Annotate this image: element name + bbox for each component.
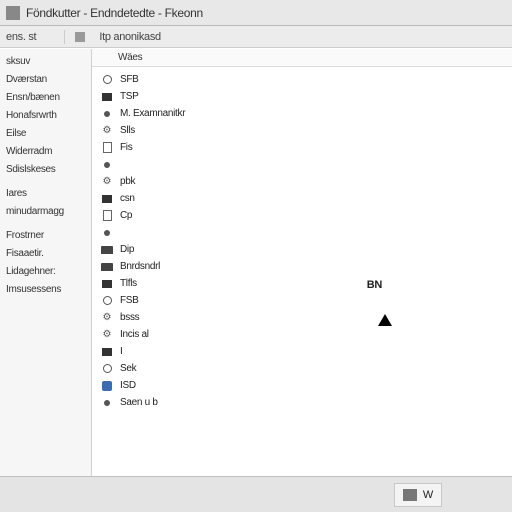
item-icon <box>100 193 114 205</box>
sidebar-item[interactable]: Imsusessens <box>0 281 91 299</box>
toolbar-tab-label[interactable]: Itp anonikasd <box>99 31 161 43</box>
list-item[interactable]: bsss <box>92 309 512 326</box>
toolbar-left: ens. st <box>6 31 36 43</box>
item-label: Saen u b <box>120 397 158 408</box>
sidebar-item[interactable]: Eilse <box>0 125 91 143</box>
item-label: Sek <box>120 363 136 374</box>
item-label: FSB <box>120 295 139 306</box>
sidebar: sksuv Dværstan Ensn/bænen Honafsrwrth Ei… <box>0 49 92 476</box>
sidebar-item[interactable]: Widerradm <box>0 143 91 161</box>
item-label: csn <box>120 193 135 204</box>
item-label: Dip <box>120 244 134 255</box>
list-item[interactable]: TSP <box>92 88 512 105</box>
item-label: SFB <box>120 74 139 85</box>
list-item[interactable]: I <box>92 343 512 360</box>
item-icon <box>100 278 114 290</box>
item-icon <box>100 363 114 375</box>
gear-icon <box>100 176 114 188</box>
item-label: pbk <box>120 176 135 187</box>
app-icon <box>6 6 20 20</box>
sidebar-item[interactable]: Sdislskeses <box>0 161 91 179</box>
list-item[interactable]: csn <box>92 190 512 207</box>
list-item[interactable]: Slls <box>92 122 512 139</box>
item-label: Cp <box>120 210 132 221</box>
app-item-icon <box>100 380 114 392</box>
status-group[interactable]: W <box>394 483 442 507</box>
sidebar-item[interactable]: Ensn/bænen <box>0 89 91 107</box>
titlebar: Föndkutter - Endndetedte - Fkeonn <box>0 0 512 26</box>
list-item[interactable]: Incis al <box>92 326 512 343</box>
item-label: M. Examnanitkr <box>120 108 185 119</box>
toolbar: ens. st Itp anonikasd <box>0 26 512 48</box>
sidebar-item[interactable]: Frostrner <box>0 227 91 245</box>
gear-icon <box>100 125 114 137</box>
status-value: W <box>423 489 433 501</box>
list-item[interactable]: SFB <box>92 71 512 88</box>
item-icon <box>100 108 114 120</box>
toolbar-separator <box>64 30 65 44</box>
item-label: Tlfls <box>120 278 137 289</box>
gear-icon <box>100 329 114 341</box>
list-item[interactable]: Saen u b <box>92 394 512 411</box>
item-icon <box>100 74 114 86</box>
item-label: I <box>120 346 122 357</box>
list-item[interactable]: pbk <box>92 173 512 190</box>
list-item[interactable]: Bnrdsndrl <box>92 258 512 275</box>
list-item[interactable]: FSB <box>92 292 512 309</box>
sidebar-item[interactable]: Iares <box>0 185 91 203</box>
status-icon <box>403 489 417 501</box>
list-item[interactable]: Cp <box>92 207 512 224</box>
list-item[interactable] <box>92 224 512 241</box>
sidebar-item[interactable]: sksuv <box>0 53 91 71</box>
list-item[interactable] <box>92 156 512 173</box>
sidebar-item[interactable]: Dværstan <box>0 71 91 89</box>
item-label: TSP <box>120 91 139 102</box>
gear-icon <box>100 312 114 324</box>
toolbar-left-label[interactable]: ens. st <box>6 31 36 43</box>
app-window: Föndkutter - Endndetedte - Fkeonn ens. s… <box>0 0 512 512</box>
item-icon <box>100 91 114 103</box>
main-panel: Wäes SFB TSP M. Examnanitkr Slls Fis pbk… <box>92 49 512 476</box>
sidebar-item[interactable]: Fisaaetir. <box>0 245 91 263</box>
column-header-name[interactable]: Wäes <box>92 49 512 67</box>
folder-icon <box>100 244 114 256</box>
right-badge: BN <box>367 279 382 291</box>
item-label: Bnrdsndrl <box>120 261 160 272</box>
list-item[interactable]: Fis <box>92 139 512 156</box>
item-icon <box>100 295 114 307</box>
tab-icon <box>75 32 85 42</box>
item-label: Slls <box>120 125 135 136</box>
content-area: sksuv Dværstan Ensn/bænen Honafsrwrth Ei… <box>0 48 512 476</box>
sidebar-item[interactable]: Honafsrwrth <box>0 107 91 125</box>
page-icon <box>100 210 114 222</box>
file-list: SFB TSP M. Examnanitkr Slls Fis pbk csn … <box>92 67 512 476</box>
item-label: Incis al <box>120 329 149 340</box>
list-item[interactable]: ISD <box>92 377 512 394</box>
item-label: ISD <box>120 380 136 391</box>
item-icon <box>100 346 114 358</box>
window-title: Föndkutter - Endndetedte - Fkeonn <box>26 6 203 20</box>
statusbar: W <box>0 476 512 512</box>
list-item[interactable]: Tlfls <box>92 275 512 292</box>
item-label: bsss <box>120 312 139 323</box>
page-icon <box>100 142 114 154</box>
item-icon <box>100 397 114 409</box>
list-item[interactable]: Dip <box>92 241 512 258</box>
list-item[interactable]: M. Examnanitkr <box>92 105 512 122</box>
item-icon <box>100 159 114 171</box>
item-label: Fis <box>120 142 132 153</box>
sidebar-item[interactable]: minudarmagg <box>0 203 91 221</box>
sidebar-item[interactable]: Lidagehner: <box>0 263 91 281</box>
cursor-icon <box>378 314 392 326</box>
list-item[interactable]: Sek <box>92 360 512 377</box>
item-icon <box>100 227 114 239</box>
folder-icon <box>100 261 114 273</box>
